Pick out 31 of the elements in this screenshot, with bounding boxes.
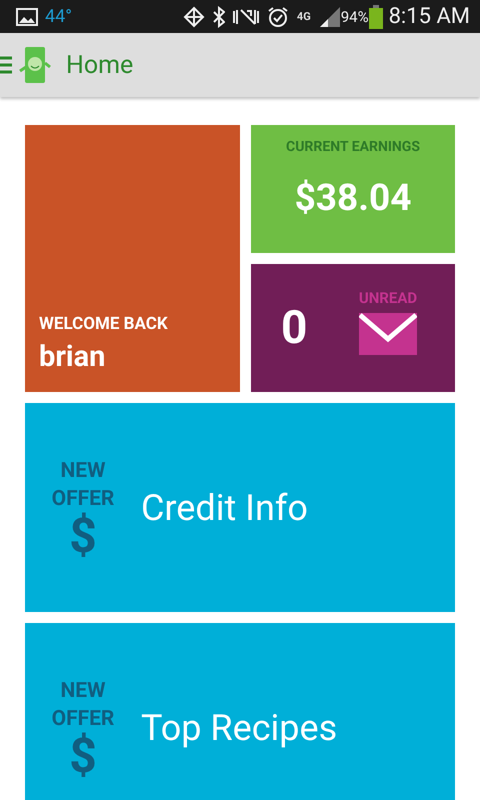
- gallery-icon: [16, 8, 38, 26]
- dollar-sign: $: [69, 512, 97, 558]
- gps-icon: [182, 6, 205, 28]
- earnings-tile[interactable]: CURRENT EARNINGS $38.04: [251, 125, 455, 253]
- offer-title: Credit Info: [141, 486, 308, 528]
- envelope-icon: [359, 313, 417, 355]
- welcome-tile[interactable]: WELCOME BACK brian: [25, 125, 240, 392]
- signal-icon: [318, 6, 341, 28]
- network-type: 4G: [296, 11, 311, 22]
- user-name: brian: [39, 340, 106, 374]
- page-title: Home: [66, 50, 134, 80]
- earnings-label: CURRENT EARNINGS: [286, 139, 420, 155]
- menu-icon: [0, 56, 12, 74]
- dollar-sign: $: [69, 732, 97, 778]
- earnings-amount: $38.04: [294, 177, 412, 220]
- money-mascot-icon: [18, 45, 52, 85]
- unread-count: 0: [281, 301, 308, 355]
- new-offer-label: NEW OFFER: [50, 458, 116, 512]
- unread-label: UNREAD: [358, 289, 418, 307]
- clock: 8:15 AM: [388, 4, 470, 29]
- bluetooth-icon: [212, 6, 225, 28]
- alarm-icon: [266, 6, 289, 28]
- new-offer-label: NEW OFFER: [50, 678, 116, 732]
- battery-icon: [368, 4, 383, 28]
- vibrate-off-icon: [232, 6, 259, 26]
- temperature: 44°: [45, 6, 72, 27]
- offer-title: Top Recipes: [141, 706, 338, 748]
- menu-button[interactable]: [0, 45, 52, 85]
- welcome-label: WELCOME BACK: [39, 314, 169, 334]
- messages-tile[interactable]: 0 UNREAD: [251, 264, 455, 392]
- battery-percent: 94%: [340, 8, 369, 26]
